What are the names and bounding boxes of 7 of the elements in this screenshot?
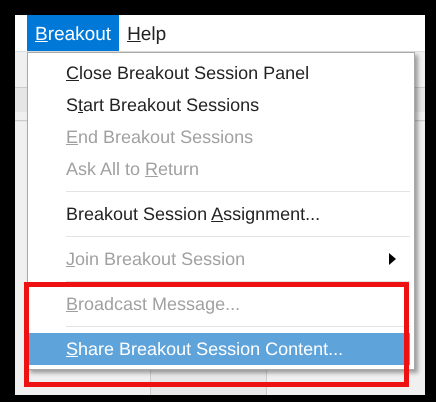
menu-item[interactable]: Breakout Session Assignment... (28, 198, 410, 230)
menu-item[interactable]: Start Breakout Sessions (28, 89, 410, 121)
submenu-arrow-icon (389, 253, 396, 265)
menu-item[interactable]: Share Breakout Session Content... (28, 333, 410, 365)
menu-bar-item[interactable]: Help (119, 15, 174, 51)
menu-bar-item[interactable]: Breakout (27, 15, 120, 51)
menu-item[interactable]: Close Breakout Session Panel (28, 57, 410, 89)
